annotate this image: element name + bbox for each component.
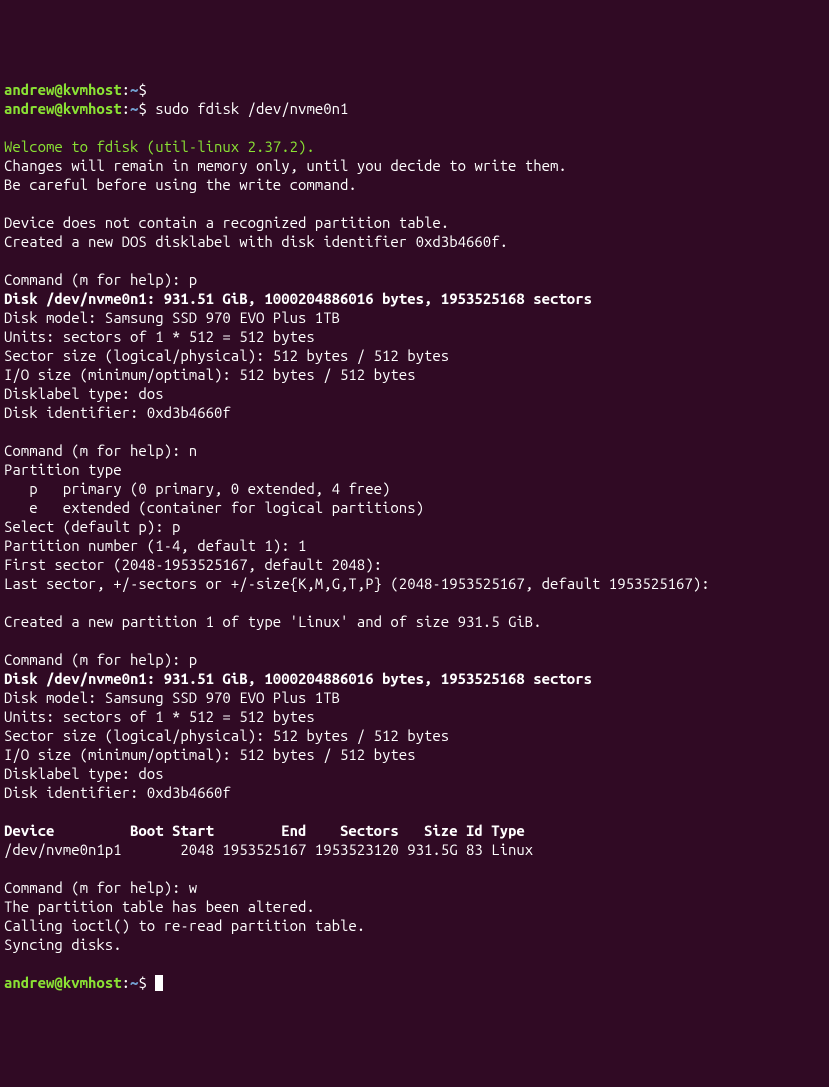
disk-identifier: Disk identifier: 0xd3b4660f xyxy=(4,403,825,422)
select-default: Select (default p): p xyxy=(4,517,825,536)
prompt-host: kvmhost xyxy=(63,81,122,98)
sector-size: Sector size (logical/physical): 512 byte… xyxy=(4,346,825,365)
disklabel-type: Disklabel type: dos xyxy=(4,384,825,403)
disklabel-type-2: Disklabel type: dos xyxy=(4,764,825,783)
terminal-output[interactable]: andrew@kvmhost:~$andrew@kvmhost:~$ sudo … xyxy=(4,80,825,992)
first-sector: First sector (2048-1953525167, default 2… xyxy=(4,555,825,574)
warn-line-2: Created a new DOS disklabel with disk id… xyxy=(4,232,825,251)
prompt-line-2: andrew@kvmhost:~$ sudo fdisk /dev/nvme0n… xyxy=(4,99,825,118)
warn-line-1: Device does not contain a recognized par… xyxy=(4,213,825,232)
partition-type-header: Partition type xyxy=(4,460,825,479)
partition-type-primary: p primary (0 primary, 0 extended, 4 free… xyxy=(4,479,825,498)
prompt-at: @ xyxy=(54,81,62,98)
prompt-dollar: $ xyxy=(138,81,146,98)
prompt-line-1: andrew@kvmhost:~$ xyxy=(4,80,825,99)
disk-model: Disk model: Samsung SSD 970 EVO Plus 1TB xyxy=(4,308,825,327)
partition-number: Partition number (1-4, default 1): 1 xyxy=(4,536,825,555)
io-size: I/O size (minimum/optimal): 512 bytes / … xyxy=(4,365,825,384)
prompt-colon: : xyxy=(122,81,130,98)
prompt-line-3: andrew@kvmhost:~$ xyxy=(4,973,825,992)
fdisk-command-p2: Command (m for help): p xyxy=(4,650,825,669)
disk-header: Disk /dev/nvme0n1: 931.51 GiB, 100020488… xyxy=(4,289,825,308)
fdisk-command-w: Command (m for help): w xyxy=(4,878,825,897)
cursor-icon xyxy=(155,975,163,991)
partition-table-row: /dev/nvme0n1p1 2048 1953525167 195352312… xyxy=(4,840,825,859)
last-sector: Last sector, +/-sectors or +/-size{K,M,G… xyxy=(4,574,825,593)
intro-line-2: Be careful before using the write comman… xyxy=(4,175,825,194)
altered-text: The partition table has been altered. xyxy=(4,897,825,916)
partition-table-header: Device Boot Start End Sectors Size Id Ty… xyxy=(4,821,825,840)
ioctl-text: Calling ioctl() to re-read partition tab… xyxy=(4,916,825,935)
fdisk-command-p1: Command (m for help): p xyxy=(4,270,825,289)
prompt-user: andrew xyxy=(4,81,54,98)
disk-identifier-2: Disk identifier: 0xd3b4660f xyxy=(4,783,825,802)
disk-header-2: Disk /dev/nvme0n1: 931.51 GiB, 100020488… xyxy=(4,669,825,688)
partition-type-extended: e extended (container for logical partit… xyxy=(4,498,825,517)
fdisk-command-n: Command (m for help): n xyxy=(4,441,825,460)
sector-size-2: Sector size (logical/physical): 512 byte… xyxy=(4,726,825,745)
intro-line-1: Changes will remain in memory only, unti… xyxy=(4,156,825,175)
disk-units-2: Units: sectors of 1 * 512 = 512 bytes xyxy=(4,707,825,726)
disk-units: Units: sectors of 1 * 512 = 512 bytes xyxy=(4,327,825,346)
disk-model-2: Disk model: Samsung SSD 970 EVO Plus 1TB xyxy=(4,688,825,707)
command-text: sudo fdisk /dev/nvme0n1 xyxy=(155,100,348,117)
welcome-text: Welcome to fdisk (util-linux 2.37.2). xyxy=(4,137,825,156)
created-partition: Created a new partition 1 of type 'Linux… xyxy=(4,612,825,631)
io-size-2: I/O size (minimum/optimal): 512 bytes / … xyxy=(4,745,825,764)
syncing-text: Syncing disks. xyxy=(4,935,825,954)
